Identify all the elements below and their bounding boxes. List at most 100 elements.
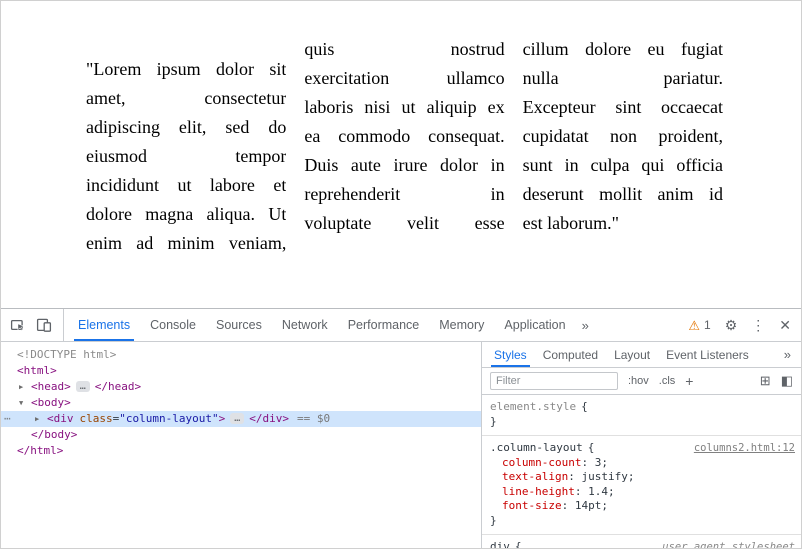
- styles-rule-list: element.style { } .column-layout { columns…: [482, 395, 801, 548]
- new-style-rule-button[interactable]: +: [685, 373, 693, 389]
- text-line: reprehenderit in: [304, 180, 504, 209]
- css-property-name[interactable]: text-align: [502, 470, 581, 483]
- column-layout-rule-section[interactable]: .column-layout { columns2.html:12 column-…: [482, 436, 801, 535]
- more-tabs-icon[interactable]: »: [576, 309, 595, 341]
- more-sidebar-tabs-icon[interactable]: »: [778, 342, 797, 367]
- close-brace: }: [490, 415, 497, 428]
- body-close-node[interactable]: </body>: [1, 427, 481, 443]
- css-property-value[interactable]: 3: [595, 456, 608, 469]
- styles-filter-input[interactable]: [490, 372, 618, 390]
- devtools-menu-icon[interactable]: ⋮: [751, 318, 765, 332]
- tag-text: </div>: [249, 412, 289, 425]
- user-agent-stylesheet-label: user agent stylesheet: [662, 540, 795, 548]
- warning-triangle-icon: ⚠: [688, 319, 700, 332]
- tab-computed[interactable]: Computed: [535, 342, 606, 367]
- warnings-badge[interactable]: ⚠ 1: [688, 318, 710, 332]
- tab-sources[interactable]: Sources: [206, 309, 272, 341]
- div-user-agent-rule-section[interactable]: div{ user agent stylesheet displayblock: [482, 535, 801, 548]
- text-line: nulla pariatur.: [523, 64, 723, 93]
- tab-elements[interactable]: Elements: [68, 309, 140, 341]
- selected-div-node[interactable]: ⋯ ▶ <divclass="column-layout">…</div>== …: [1, 411, 481, 427]
- inspect-element-icon[interactable]: [9, 316, 27, 334]
- css-property-value[interactable]: 14pt: [575, 499, 608, 512]
- css-property-value[interactable]: 1.4: [588, 485, 615, 498]
- element-style-selector[interactable]: element.style: [490, 400, 576, 413]
- tag-text: <html>: [17, 364, 57, 377]
- css-property-row[interactable]: text-alignjustify: [490, 470, 795, 485]
- browser-window: "Lorem ipsum dolor sit amet, consectetur…: [0, 0, 802, 549]
- tab-application[interactable]: Application: [494, 309, 575, 341]
- row-menu-dots-icon[interactable]: ⋯: [4, 411, 10, 427]
- webpage-viewport: "Lorem ipsum dolor sit amet, consectetur…: [1, 1, 801, 308]
- expand-arrow-icon[interactable]: ▶: [35, 411, 39, 427]
- body-open-node[interactable]: ▼ <body>: [1, 395, 481, 411]
- text-line: ea commodo consequat.: [304, 122, 504, 151]
- css-property-name[interactable]: line-height: [502, 485, 588, 498]
- head-node[interactable]: ▶ <head> … </head>: [1, 379, 481, 395]
- ellipsis-expander[interactable]: …: [76, 381, 90, 392]
- text-line: laboris nisi ut aliquip ex: [304, 93, 504, 122]
- tab-console[interactable]: Console: [140, 309, 206, 341]
- text-line: enim ad minim veniam,: [86, 229, 286, 258]
- tab-performance[interactable]: Performance: [338, 309, 430, 341]
- tag-text: <head>: [31, 380, 71, 393]
- tab-styles[interactable]: Styles: [486, 342, 535, 367]
- close-brace: }: [490, 514, 497, 527]
- settings-gear-icon[interactable]: ⚙: [725, 318, 738, 332]
- text-line: deserunt mollit anim id: [523, 180, 723, 209]
- css-property-value[interactable]: justify: [581, 470, 634, 483]
- text-line: incididunt ut labore et: [86, 171, 286, 200]
- css-property-name[interactable]: font-size: [502, 499, 575, 512]
- devtools-panel: Elements Console Sources Network Perform…: [1, 308, 801, 548]
- text-column-3: cillum dolore eu fugiat nulla pariatur. …: [523, 35, 723, 258]
- rule-selector[interactable]: div: [490, 540, 510, 548]
- dollar-zero-marker: == $0: [297, 412, 330, 425]
- text-line: cupidatat non proident,: [523, 122, 723, 151]
- ellipsis-expander[interactable]: …: [230, 413, 244, 424]
- styles-tab-bar: Styles Computed Layout Event Listeners »: [482, 342, 801, 368]
- element-style-section[interactable]: element.style { }: [482, 395, 801, 436]
- element-classes-button[interactable]: .cls: [659, 375, 676, 387]
- toggle-element-state-button[interactable]: :hov: [628, 375, 649, 387]
- stylesheet-source-link[interactable]: columns2.html:12: [694, 441, 795, 456]
- open-brace: {: [515, 540, 522, 548]
- text-line: voluptate velit esse: [304, 209, 504, 238]
- devtools-toolbar-icons: [5, 309, 64, 341]
- css-property-row[interactable]: font-size14pt: [490, 499, 795, 514]
- tab-network[interactable]: Network: [272, 309, 338, 341]
- html-close-node[interactable]: </html>: [1, 443, 481, 459]
- device-toolbar-icon[interactable]: [35, 316, 53, 334]
- devtools-toolbar: Elements Console Sources Network Perform…: [1, 309, 801, 342]
- text-column-1: "Lorem ipsum dolor sit amet, consectetur…: [86, 55, 286, 258]
- tab-memory[interactable]: Memory: [429, 309, 494, 341]
- css-property-row[interactable]: column-count3: [490, 456, 795, 471]
- collapse-arrow-icon[interactable]: ▼: [19, 395, 23, 411]
- text-line: sunt in culpa qui officia: [523, 151, 723, 180]
- panel-toggle-icon[interactable]: ◧: [781, 373, 793, 389]
- text-line: est laborum.": [523, 209, 723, 238]
- tab-layout[interactable]: Layout: [606, 342, 658, 367]
- devtools-tab-bar: Elements Console Sources Network Perform…: [68, 309, 595, 341]
- expand-arrow-icon[interactable]: ▶: [19, 379, 23, 395]
- text-line: Excepteur sint occaecat: [523, 93, 723, 122]
- text-line: exercitation ullamco: [304, 64, 504, 93]
- doctype-node[interactable]: <!DOCTYPE html>: [1, 347, 481, 363]
- text-line: quis nostrud: [304, 35, 504, 64]
- attribute-name: class: [80, 412, 113, 425]
- css-property-row[interactable]: line-height1.4: [490, 485, 795, 500]
- text-line: "Lorem ipsum dolor sit: [86, 55, 286, 84]
- tag-text: </head>: [95, 380, 141, 393]
- text-line: eiusmod tempor: [86, 142, 286, 171]
- devtools-body: <!DOCTYPE html> <html> ▶ <head>…</head> …: [1, 342, 801, 548]
- warning-count: 1: [704, 318, 711, 332]
- rule-selector[interactable]: .column-layout: [490, 441, 583, 454]
- close-devtools-icon[interactable]: ✕: [779, 318, 791, 332]
- open-brace: {: [588, 441, 595, 454]
- text-column-2: quis nostrud exercitation ullamco labori…: [304, 35, 504, 258]
- open-brace: {: [581, 400, 588, 413]
- tab-event-listeners[interactable]: Event Listeners: [658, 342, 757, 367]
- css-property-name[interactable]: column-count: [502, 456, 595, 469]
- html-open-node[interactable]: <html>: [1, 363, 481, 379]
- text-line: dolore magna aliqua. Ut: [86, 200, 286, 229]
- grid-icon[interactable]: ⊞: [760, 373, 771, 389]
